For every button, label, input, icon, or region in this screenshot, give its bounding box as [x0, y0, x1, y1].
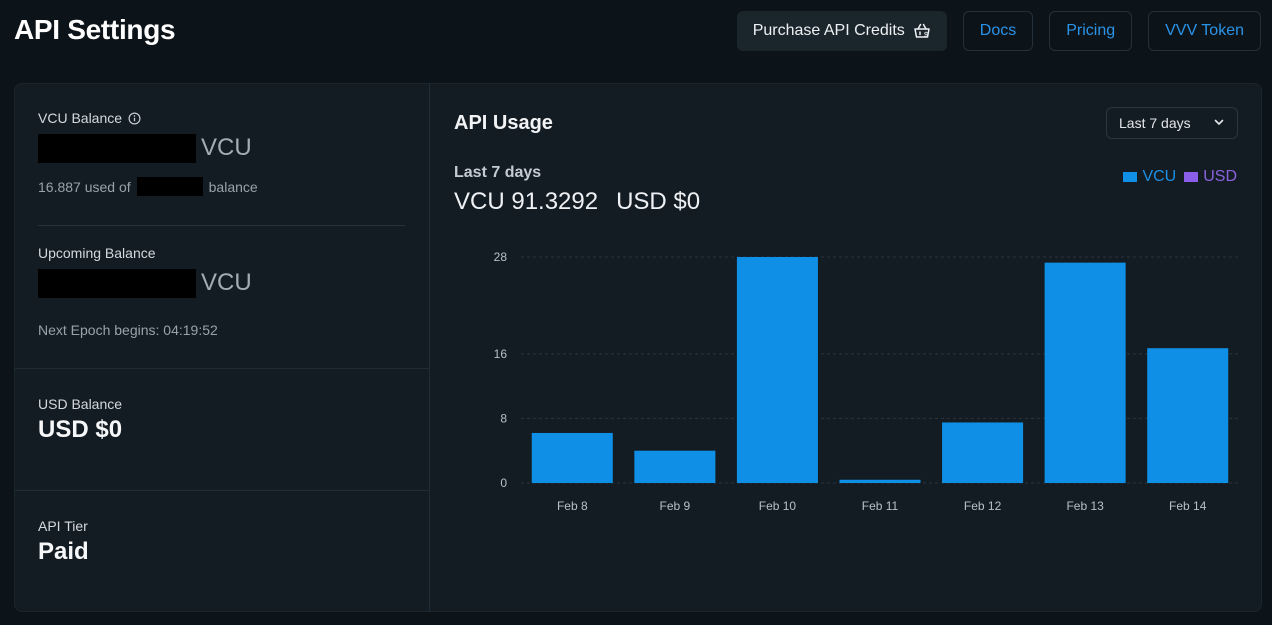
divider: [15, 490, 430, 491]
upcoming-balance-unit: VCU: [201, 269, 252, 296]
y-tick-label: 8: [500, 411, 507, 425]
redacted-total-balance: [136, 177, 203, 196]
x-tick-label: Feb 11: [862, 499, 899, 513]
date-range-select[interactable]: Last 7 days: [1106, 107, 1238, 139]
upcoming-balance-section: Upcoming Balance VCU Next Epoch begins: …: [38, 245, 406, 338]
y-tick-label: 28: [494, 250, 508, 264]
balances-panel: VCU Balance VCU 16.887 used of balance U…: [15, 84, 430, 611]
legend-label-vcu: VCU: [1142, 168, 1177, 185]
info-icon[interactable]: [128, 111, 141, 125]
api-tier-section: API Tier Paid: [38, 518, 89, 566]
vcu-balance-unit: VCU: [201, 134, 252, 161]
usage-panel: API Usage Last 7 days Last 7 days VCU 91…: [431, 84, 1261, 611]
legend-swatch-vcu: [1123, 172, 1138, 182]
legend-item-usd[interactable]: USD: [1184, 168, 1237, 186]
purchase-credits-label: Purchase API Credits: [752, 22, 905, 39]
docs-button[interactable]: Docs: [962, 11, 1034, 51]
x-tick-label: Feb 12: [964, 499, 1002, 513]
chevron-down-icon: [1213, 115, 1225, 131]
usage-title: API Usage: [454, 112, 553, 134]
x-tick-label: Feb 13: [1066, 499, 1104, 513]
page-title: API Settings: [14, 14, 176, 45]
divider: [15, 368, 430, 369]
purchase-credits-button[interactable]: Purchase API Credits $: [736, 11, 947, 51]
header-actions: Purchase API Credits $ Docs Pricing VVV …: [736, 11, 1261, 51]
bar-vcu[interactable]: [736, 257, 818, 483]
x-tick-label: Feb 14: [1169, 499, 1207, 513]
bar-vcu[interactable]: [942, 422, 1024, 483]
vcu-usage-summary: 16.887 used of balance: [38, 177, 406, 196]
date-range-value: Last 7 days: [1119, 115, 1191, 131]
api-tier-value: Paid: [38, 538, 89, 565]
redacted-vcu-balance: [38, 133, 196, 163]
redacted-upcoming-balance: [38, 268, 196, 298]
total-usd: USD $0: [616, 188, 701, 215]
bar-vcu[interactable]: [1147, 348, 1229, 483]
pricing-button[interactable]: Pricing: [1049, 11, 1133, 51]
usd-balance-label: USD Balance: [38, 396, 123, 412]
legend-swatch-usd: [1184, 172, 1199, 182]
svg-text:$: $: [924, 32, 928, 39]
legend-item-vcu[interactable]: VCU: [1123, 168, 1176, 186]
legend-label-usd: USD: [1203, 168, 1237, 185]
chart-legend: VCU USD: [1123, 168, 1237, 186]
vcu-balance-section: VCU Balance VCU 16.887 used of balance: [38, 110, 406, 196]
x-tick-label: Feb 9: [660, 499, 691, 513]
total-vcu: VCU 91.3292: [454, 188, 599, 215]
x-tick-label: Feb 10: [759, 499, 797, 513]
upcoming-balance-label: Upcoming Balance: [38, 245, 156, 261]
api-settings-card: VCU Balance VCU 16.887 used of balance U…: [14, 83, 1262, 612]
vcu-used-suffix: balance: [208, 178, 258, 195]
usage-bar-chart: 0 8 16 28 Feb 8 Feb 9 Feb 10 Feb 11 Feb 12 Feb 13…: [494, 250, 1239, 513]
next-epoch-text: Next Epoch begins: 04:19:52: [38, 322, 218, 338]
vcu-balance-label: VCU Balance: [38, 110, 123, 126]
y-tick-label: 16: [494, 347, 508, 361]
divider: [38, 225, 405, 226]
bar-vcu[interactable]: [531, 432, 613, 483]
usage-period-label: Last 7 days: [454, 164, 542, 181]
vcu-used-prefix: 16.887 used of: [38, 178, 131, 195]
x-tick-label: Feb 8: [557, 499, 588, 513]
bar-vcu[interactable]: [634, 450, 716, 483]
basket-dollar-icon: $: [913, 22, 931, 40]
bar-vcu[interactable]: [1044, 262, 1126, 483]
vvv-token-button[interactable]: VVV Token: [1148, 11, 1261, 51]
bar-vcu[interactable]: [839, 479, 921, 483]
usd-balance-section: USD Balance USD $0: [38, 396, 122, 444]
y-tick-label: 0: [500, 476, 507, 490]
usd-balance-value: USD $0: [38, 416, 123, 443]
usage-totals: VCU 91.3292 USD $0: [454, 188, 700, 216]
api-tier-label: API Tier: [38, 518, 88, 534]
